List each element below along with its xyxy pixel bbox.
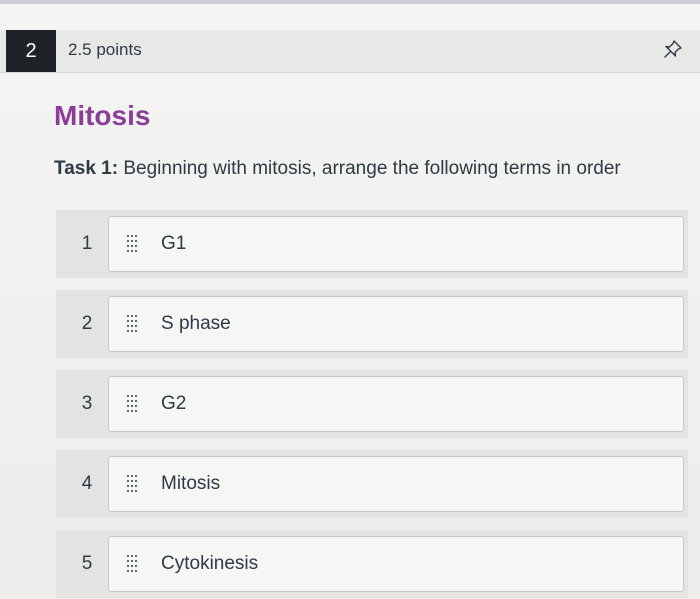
ordering-row: 5 Cytokinesis bbox=[56, 530, 688, 598]
ordering-row: 4 Mitosis bbox=[56, 450, 688, 518]
term-label: S phase bbox=[161, 313, 231, 334]
draggable-term[interactable]: G2 bbox=[108, 376, 684, 432]
question-number-badge: 2 bbox=[6, 30, 56, 72]
task-label: Task 1: bbox=[54, 158, 119, 179]
question-title: Mitosis bbox=[54, 100, 151, 131]
term-label: Mitosis bbox=[161, 473, 221, 494]
task-text: Beginning with mitosis, arrange the foll… bbox=[118, 158, 621, 179]
term-label: G2 bbox=[161, 393, 187, 414]
ordering-row: 1 G1 bbox=[56, 210, 688, 278]
draggable-term[interactable]: Mitosis bbox=[108, 456, 684, 512]
row-position: 5 bbox=[81, 553, 93, 574]
drag-handle-icon[interactable] bbox=[125, 394, 139, 414]
ordering-row: 2 S phase bbox=[56, 290, 688, 358]
draggable-term[interactable]: G1 bbox=[108, 216, 684, 272]
row-position: 4 bbox=[81, 473, 93, 494]
draggable-term[interactable]: S phase bbox=[108, 296, 684, 352]
term-label: Cytokinesis bbox=[161, 553, 259, 574]
pin-icon[interactable] bbox=[662, 38, 684, 60]
drag-handle-icon[interactable] bbox=[125, 554, 139, 574]
row-position: 1 bbox=[81, 233, 93, 254]
drag-handle-icon[interactable] bbox=[125, 474, 139, 494]
ordering-row: 3 G2 bbox=[56, 370, 688, 438]
question-points: 2.5 points bbox=[68, 40, 142, 59]
draggable-term[interactable]: Cytokinesis bbox=[108, 536, 684, 592]
row-position: 3 bbox=[81, 393, 93, 414]
drag-handle-icon[interactable] bbox=[125, 234, 139, 254]
task-instruction: Task 1: Beginning with mitosis, arrange … bbox=[54, 158, 621, 180]
term-label: G1 bbox=[161, 233, 187, 254]
drag-handle-icon[interactable] bbox=[125, 314, 139, 334]
row-position: 2 bbox=[81, 313, 93, 334]
